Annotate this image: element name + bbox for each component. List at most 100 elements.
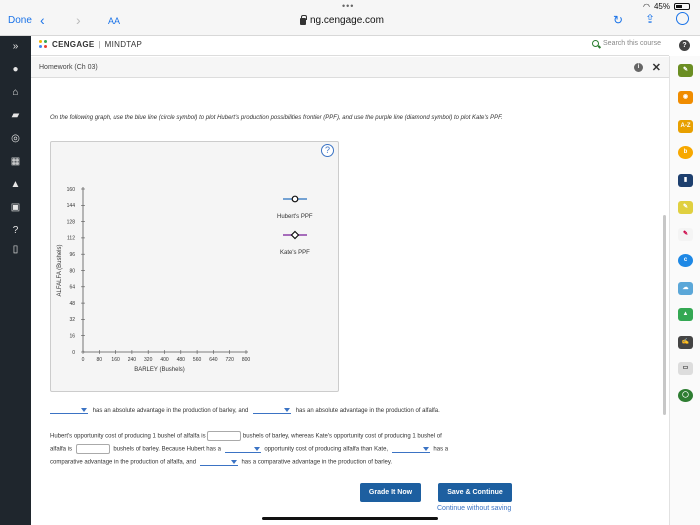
x-tick-label: 160 [111,357,120,363]
x-tick-label: 320 [144,357,153,363]
kaltura-app-icon[interactable]: ▮ [678,174,693,187]
brand-separator: | [98,40,101,49]
ppf-chart[interactable]: 0 16 32 48 64 80 96 112 128 144 160 0 80 160 240 320 400… [51,142,340,393]
notes-app-icon[interactable]: ✎ [678,201,693,214]
more-dots-icon[interactable]: ••• [342,1,354,11]
forward-chevron-icon[interactable]: › [76,12,81,28]
y-tick-label: 16 [69,334,75,340]
search-placeholder: Search this course [603,40,661,47]
home-icon[interactable]: ⌂ [0,87,31,99]
instructions-text: On the following graph, use the blue lin… [50,115,503,121]
battery-icon [674,3,690,10]
comparative-alfalfa-person-dropdown[interactable] [391,445,430,453]
x-axis-label: BARLEY (Bushels) [134,367,185,373]
back-chevron-icon[interactable]: ‹ [40,12,45,28]
share-icon[interactable]: ⇪ [645,12,655,26]
grade-it-now-button[interactable]: Grade It Now [360,483,421,502]
y-tick-label: 128 [67,219,76,225]
q2-text-5: opportunity cost of producing alfalfa th… [264,446,389,453]
cloud-app-icon[interactable]: ☁ [678,282,693,295]
scrollbar[interactable] [663,215,666,415]
y-tick-label: 48 [69,301,75,307]
url-text: ng.cengage.com [310,15,384,26]
question-2-line-2: alfalfa is bushels of barley. Because Hu… [50,444,448,454]
question-2-line-3: comparative advantage in the production … [50,458,392,466]
compass-nav-icon[interactable]: ◎ [0,133,31,145]
x-tick-label: 720 [226,357,235,363]
hubert-opportunity-cost-input[interactable] [207,431,242,441]
y-tick-label: 96 [69,252,75,258]
info-icon[interactable]: i [634,63,643,72]
app-header: CENGAGE | MINDTAP Search this course [31,36,669,56]
battery-percent: 45% [653,2,670,11]
reload-icon[interactable]: ↻ [613,13,623,27]
chart-root: 0 16 32 48 64 80 96 112 128 144 160 0 80 160 240 320 400… [57,187,307,373]
reader-aa-button[interactable]: AA [108,16,120,26]
lock-icon [300,15,307,25]
y-tick-label: 80 [69,268,75,274]
question-1: has an absolute advantage in the product… [50,406,440,414]
cengage-logo[interactable]: CENGAGE | MINDTAP [39,40,142,49]
address-bar[interactable]: ng.cengage.com [300,15,384,26]
y-tick-label: 112 [67,236,75,242]
question-2-line-1: Hubert's opportunity cost of producing 1… [50,431,442,441]
continue-without-saving-link[interactable]: Continue without saving [437,505,511,512]
glossary-app-icon[interactable]: ▭ [678,362,693,375]
signature-app-icon[interactable]: ✍ [678,336,693,349]
higher-lower-dropdown[interactable] [224,445,261,453]
close-icon[interactable]: ✕ [652,61,661,74]
done-button[interactable]: Done [8,15,32,26]
course-search[interactable]: Search this course [592,40,661,47]
y-tick-label: 0 [72,350,75,356]
x-tick-label: 800 [242,357,251,363]
rss-app-icon[interactable]: ◉ [678,91,693,104]
help-circle-icon[interactable]: ? [679,40,690,51]
cengage-app-icon[interactable]: c [678,254,693,267]
absolute-advantage-barley-dropdown[interactable] [50,406,88,414]
comparative-barley-person-dropdown[interactable] [199,458,238,466]
drive-app-icon[interactable]: ▲ [678,308,693,321]
kate-opportunity-cost-input[interactable] [75,444,110,454]
absolute-advantage-alfalfa-dropdown[interactable] [253,406,292,414]
compass-icon[interactable] [676,12,689,25]
page-title: Homework (Ch 03) [39,64,98,71]
home-indicator [262,517,438,520]
ppf-graph-panel[interactable]: ? 0 16 32 48 64 80 96 112 128 144 160 0 80 160 240 320 4… [50,141,339,392]
logo-dots-icon [39,40,48,49]
pencil-app-icon[interactable]: ✎ [678,64,693,77]
right-app-dock: ✎ ◉ A-Z b ▮ ✎ ✎ c ☁ ▲ ✍ ▭ ◯ [669,56,700,525]
legend-hubert-circle-marker [291,195,299,203]
dictionary-app-icon[interactable]: A-Z [678,120,693,133]
browser-toolbar: ••• ◠ 45% Done ‹ › AA ng.cengage.com ↻ ⇪ [0,0,700,36]
expand-chevrons-icon[interactable]: » [0,41,31,53]
left-nav-rail: » ● ⌂ ▰ ◎ ▦ ▲ ▣ ? ▯ [0,36,31,525]
y-tick-label: 144 [67,203,76,209]
x-tick-label: 640 [209,357,218,363]
progress-app-icon[interactable]: ◯ [678,389,693,402]
status-bar: ◠ 45% [643,2,690,11]
readspeaker-app-icon[interactable]: b [678,146,693,159]
legend-hubert-label: Hubert's PPF [277,214,313,220]
q2-text-6: has a [433,446,449,453]
user-icon[interactable]: ● [0,64,31,76]
help-icon[interactable]: ? [0,225,31,237]
x-tick-label: 400 [160,357,169,363]
x-tick-label: 80 [97,357,103,363]
book-icon[interactable]: ▯ [0,244,31,256]
save-continue-button[interactable]: Save & Continue [438,483,512,502]
q2-text-7: comparative advantage in the production … [50,459,197,466]
legend-kate-label: Kate's PPF [280,250,310,256]
map-icon[interactable]: ▦ [0,156,31,168]
x-tick-label: 0 [82,357,85,363]
notebook-icon[interactable]: ▰ [0,110,31,122]
activity-header: Homework (Ch 03) i ✕ [31,57,669,78]
graduation-cap-icon[interactable]: ▲ [0,179,31,191]
y-axis-label: ALFALFA (Bushels) [57,244,63,296]
q2-text-3: alfalfa is [50,446,73,453]
q1-text-2: has an absolute advantage in the product… [295,407,440,414]
y-tick-label: 32 [69,317,75,323]
wifi-icon: ◠ [643,2,650,11]
briefcase-icon[interactable]: ▣ [0,202,31,214]
flashcards-app-icon[interactable]: ✎ [678,228,693,241]
q2-text-8: has a comparative advantage in the produ… [241,459,393,466]
